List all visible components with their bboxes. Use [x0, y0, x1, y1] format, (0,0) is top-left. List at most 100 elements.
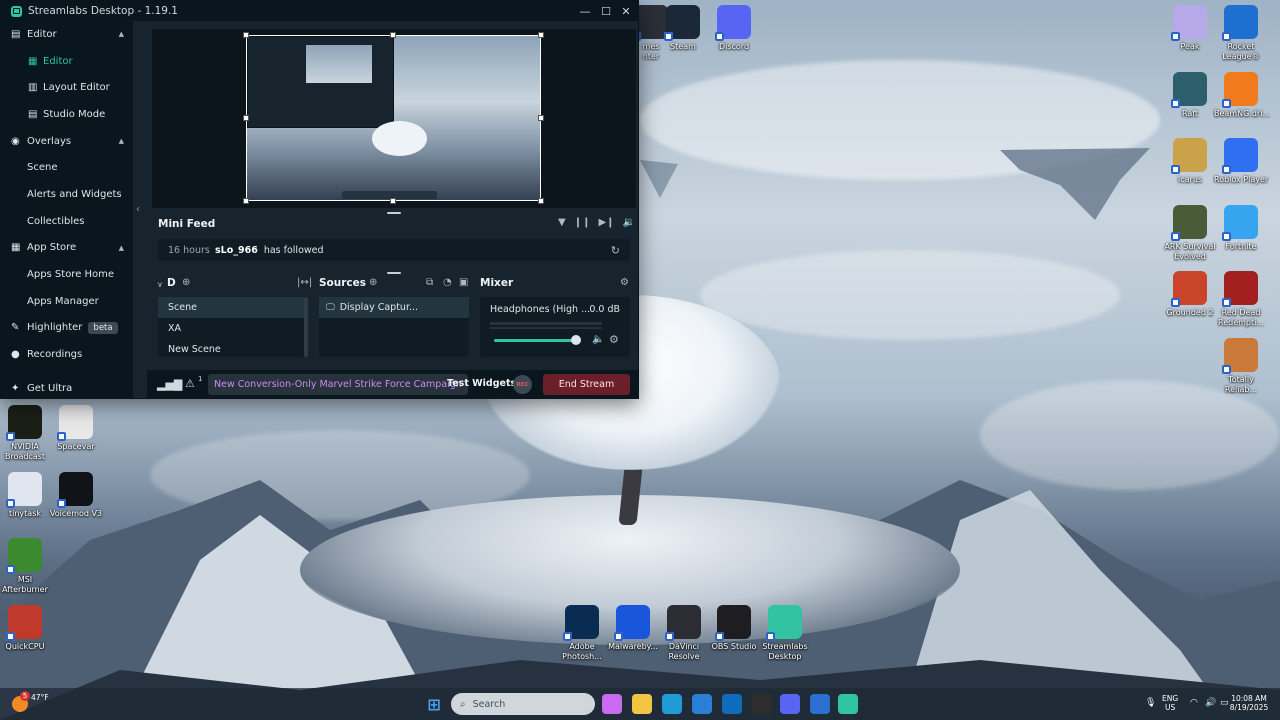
dock-resize-grip[interactable]	[387, 272, 401, 274]
resize-handle-br[interactable]	[538, 198, 544, 204]
chevron-up-icon[interactable]: ▲	[119, 137, 124, 145]
promo-campaign-link[interactable]: New Conversion-Only Marvel Strike Force …	[208, 374, 468, 395]
sidebar-item-highlighter[interactable]: ✎ Highlighter beta	[1, 315, 133, 342]
desktop-shortcut[interactable]: NVIDIA Broadcast	[0, 405, 52, 461]
resize-handle-bl[interactable]	[243, 198, 249, 204]
scenes-collapse-icon[interactable]: ∨	[157, 280, 163, 289]
mixer-settings-icon[interactable]: ⚙	[620, 277, 629, 288]
desktop-shortcut[interactable]: Roblox Player	[1214, 138, 1268, 185]
stats-icon[interactable]: ▂▅▇	[157, 378, 182, 391]
add-scene-icon[interactable]: ⊕	[182, 277, 190, 288]
sidebar-item-overlays[interactable]: ◉ Overlays ▲	[1, 128, 133, 155]
sidebar-item-get-ultra[interactable]: ✦ Get Ultra	[1, 375, 133, 402]
test-widgets-button[interactable]: Test Widgets	[447, 378, 516, 389]
warning-icon[interactable]: ⚠	[185, 377, 195, 390]
edge-icon[interactable]	[662, 694, 682, 714]
minimize-button[interactable]: —	[574, 1, 596, 21]
desktop-shortcut[interactable]: Streamlabs Desktop	[758, 605, 812, 661]
sidebar-item-scene[interactable]: Scene	[1, 154, 133, 181]
sidebar-item-apps-manager[interactable]: Apps Manager	[1, 288, 133, 315]
feed-event-user[interactable]: sLo_966	[215, 245, 258, 256]
mute-icon[interactable]: 🔈	[592, 334, 604, 345]
scene-scrollbar[interactable]	[304, 297, 308, 357]
scene-item[interactable]: Scene	[158, 297, 304, 318]
desktop-shortcut[interactable]: MSI Afterburner	[0, 538, 52, 594]
volume-slider-knob[interactable]	[571, 335, 581, 345]
scene-item[interactable]: XA	[158, 318, 304, 339]
copilot-icon[interactable]	[602, 694, 622, 714]
add-source-icon[interactable]: ⊕	[369, 277, 377, 288]
sidebar-item-recordings[interactable]: ● Recordings	[1, 341, 133, 368]
source-folder-icon[interactable]: ▣	[459, 277, 468, 288]
security-icon[interactable]	[810, 694, 830, 714]
end-stream-button[interactable]: End Stream	[543, 374, 630, 395]
sidebar-item-layout-editor-sub[interactable]: ▥ Layout Editor	[1, 74, 133, 101]
clock-time[interactable]: 10:08 AM	[1224, 694, 1274, 703]
resize-handle-mr[interactable]	[538, 115, 544, 121]
desktop-shortcut[interactable]: Voicemod V3	[49, 472, 103, 519]
scene-transition-icon[interactable]: |↔|	[297, 277, 312, 288]
desktop-shortcut[interactable]: DaVinci Resolve	[657, 605, 711, 661]
chevron-up-icon[interactable]: ▲	[119, 244, 124, 252]
desktop-shortcut[interactable]: Malwareby...	[606, 605, 660, 652]
desktop-shortcut[interactable]: Grounded 2	[1163, 271, 1217, 318]
sidebar-item-collectibles[interactable]: Collectibles	[1, 208, 133, 235]
sidebar-item-editor-sub[interactable]: ▦ Editor	[1, 48, 133, 75]
desktop-shortcut[interactable]: Discord	[707, 5, 761, 52]
desktop-shortcut[interactable]: Peak	[1163, 5, 1217, 52]
desktop-shortcut[interactable]: BeamNG.dri...	[1214, 72, 1270, 119]
desktop-shortcut[interactable]: Adobe Photosh...	[555, 605, 609, 661]
resize-handle-tc[interactable]	[390, 32, 396, 38]
desktop-shortcut[interactable]: Fortnite	[1214, 205, 1268, 252]
display-capture-preview[interactable]	[246, 35, 541, 201]
desktop-shortcut[interactable]: Red Dead Redempti...	[1214, 271, 1268, 327]
title-bar[interactable]: Streamlabs Desktop - 1.19.1 — ☐ ✕	[1, 1, 638, 21]
language-indicator[interactable]: ENG US	[1162, 694, 1178, 712]
maximize-button[interactable]: ☐	[595, 1, 617, 21]
volume-slider-track[interactable]	[494, 339, 576, 342]
source-settings-icon[interactable]: ◔	[443, 277, 452, 288]
capture-icon[interactable]	[752, 694, 772, 714]
outlook-icon[interactable]	[722, 694, 742, 714]
collapse-sidebar-icon[interactable]: ‹	[136, 204, 140, 215]
source-item[interactable]: 🖵 Display Captur...	[319, 297, 469, 318]
desktop-shortcut[interactable]: Steam	[656, 5, 710, 52]
refresh-icon[interactable]: ↻	[611, 244, 620, 257]
desktop-shortcut[interactable]: Icarus	[1163, 138, 1217, 185]
start-icon[interactable]: ⊞	[424, 694, 444, 714]
sidebar-item-apps-store-home[interactable]: Apps Store Home	[1, 261, 133, 288]
pause-icon[interactable]: ❙❙	[574, 217, 591, 228]
taskbar-search[interactable]: ⌕ Search	[451, 693, 595, 715]
sidebar-item-app-store[interactable]: ▦ App Store ▲	[1, 235, 133, 262]
desktop-shortcut[interactable]: Rocket League®	[1214, 5, 1268, 61]
discord-icon[interactable]	[780, 694, 800, 714]
audio-settings-icon[interactable]: ⚙	[609, 333, 619, 346]
resize-handle-tl[interactable]	[243, 32, 249, 38]
sidebar-item-studio-mode-sub[interactable]: ▤ Studio Mode	[1, 101, 133, 128]
resize-handle-ml[interactable]	[243, 115, 249, 121]
desktop-shortcut[interactable]: OBS Studio	[707, 605, 761, 652]
source-group-icon[interactable]: ⧉	[426, 277, 433, 288]
sidebar-item-alerts-and-widgets[interactable]: Alerts and Widgets	[1, 181, 133, 208]
resize-handle-tr[interactable]	[538, 32, 544, 38]
desktop-shortcut[interactable]: tinytask	[0, 472, 52, 519]
desktop-shortcut[interactable]: Totally Reliab...	[1214, 338, 1268, 394]
record-button[interactable]: REC	[513, 375, 532, 394]
scene-item[interactable]: New Scene	[158, 339, 304, 360]
volume-icon[interactable]: 🔉	[623, 217, 635, 228]
desktop-shortcut[interactable]: Raft	[1163, 72, 1217, 119]
filter-icon[interactable]: ▼	[558, 217, 566, 228]
file-explorer-icon[interactable]	[632, 694, 652, 714]
wifi-icon[interactable]: ◠	[1190, 698, 1198, 708]
chevron-up-icon[interactable]: ▲	[119, 30, 124, 38]
clock-date[interactable]: 8/19/2025	[1224, 703, 1274, 712]
calendar-icon[interactable]	[692, 694, 712, 714]
desktop-shortcut[interactable]: QuickCPU	[0, 605, 52, 652]
close-button[interactable]: ✕	[615, 1, 637, 21]
speaker-icon[interactable]: 🔊	[1205, 698, 1216, 708]
streamlabs-icon[interactable]	[838, 694, 858, 714]
skip-icon[interactable]: ▶❙	[598, 217, 614, 228]
sidebar-item-editor[interactable]: ▤ Editor ▲	[1, 21, 133, 48]
desktop-shortcut[interactable]: ARK Survival Evolved	[1163, 205, 1217, 261]
preview-resize-grip[interactable]	[387, 212, 401, 214]
